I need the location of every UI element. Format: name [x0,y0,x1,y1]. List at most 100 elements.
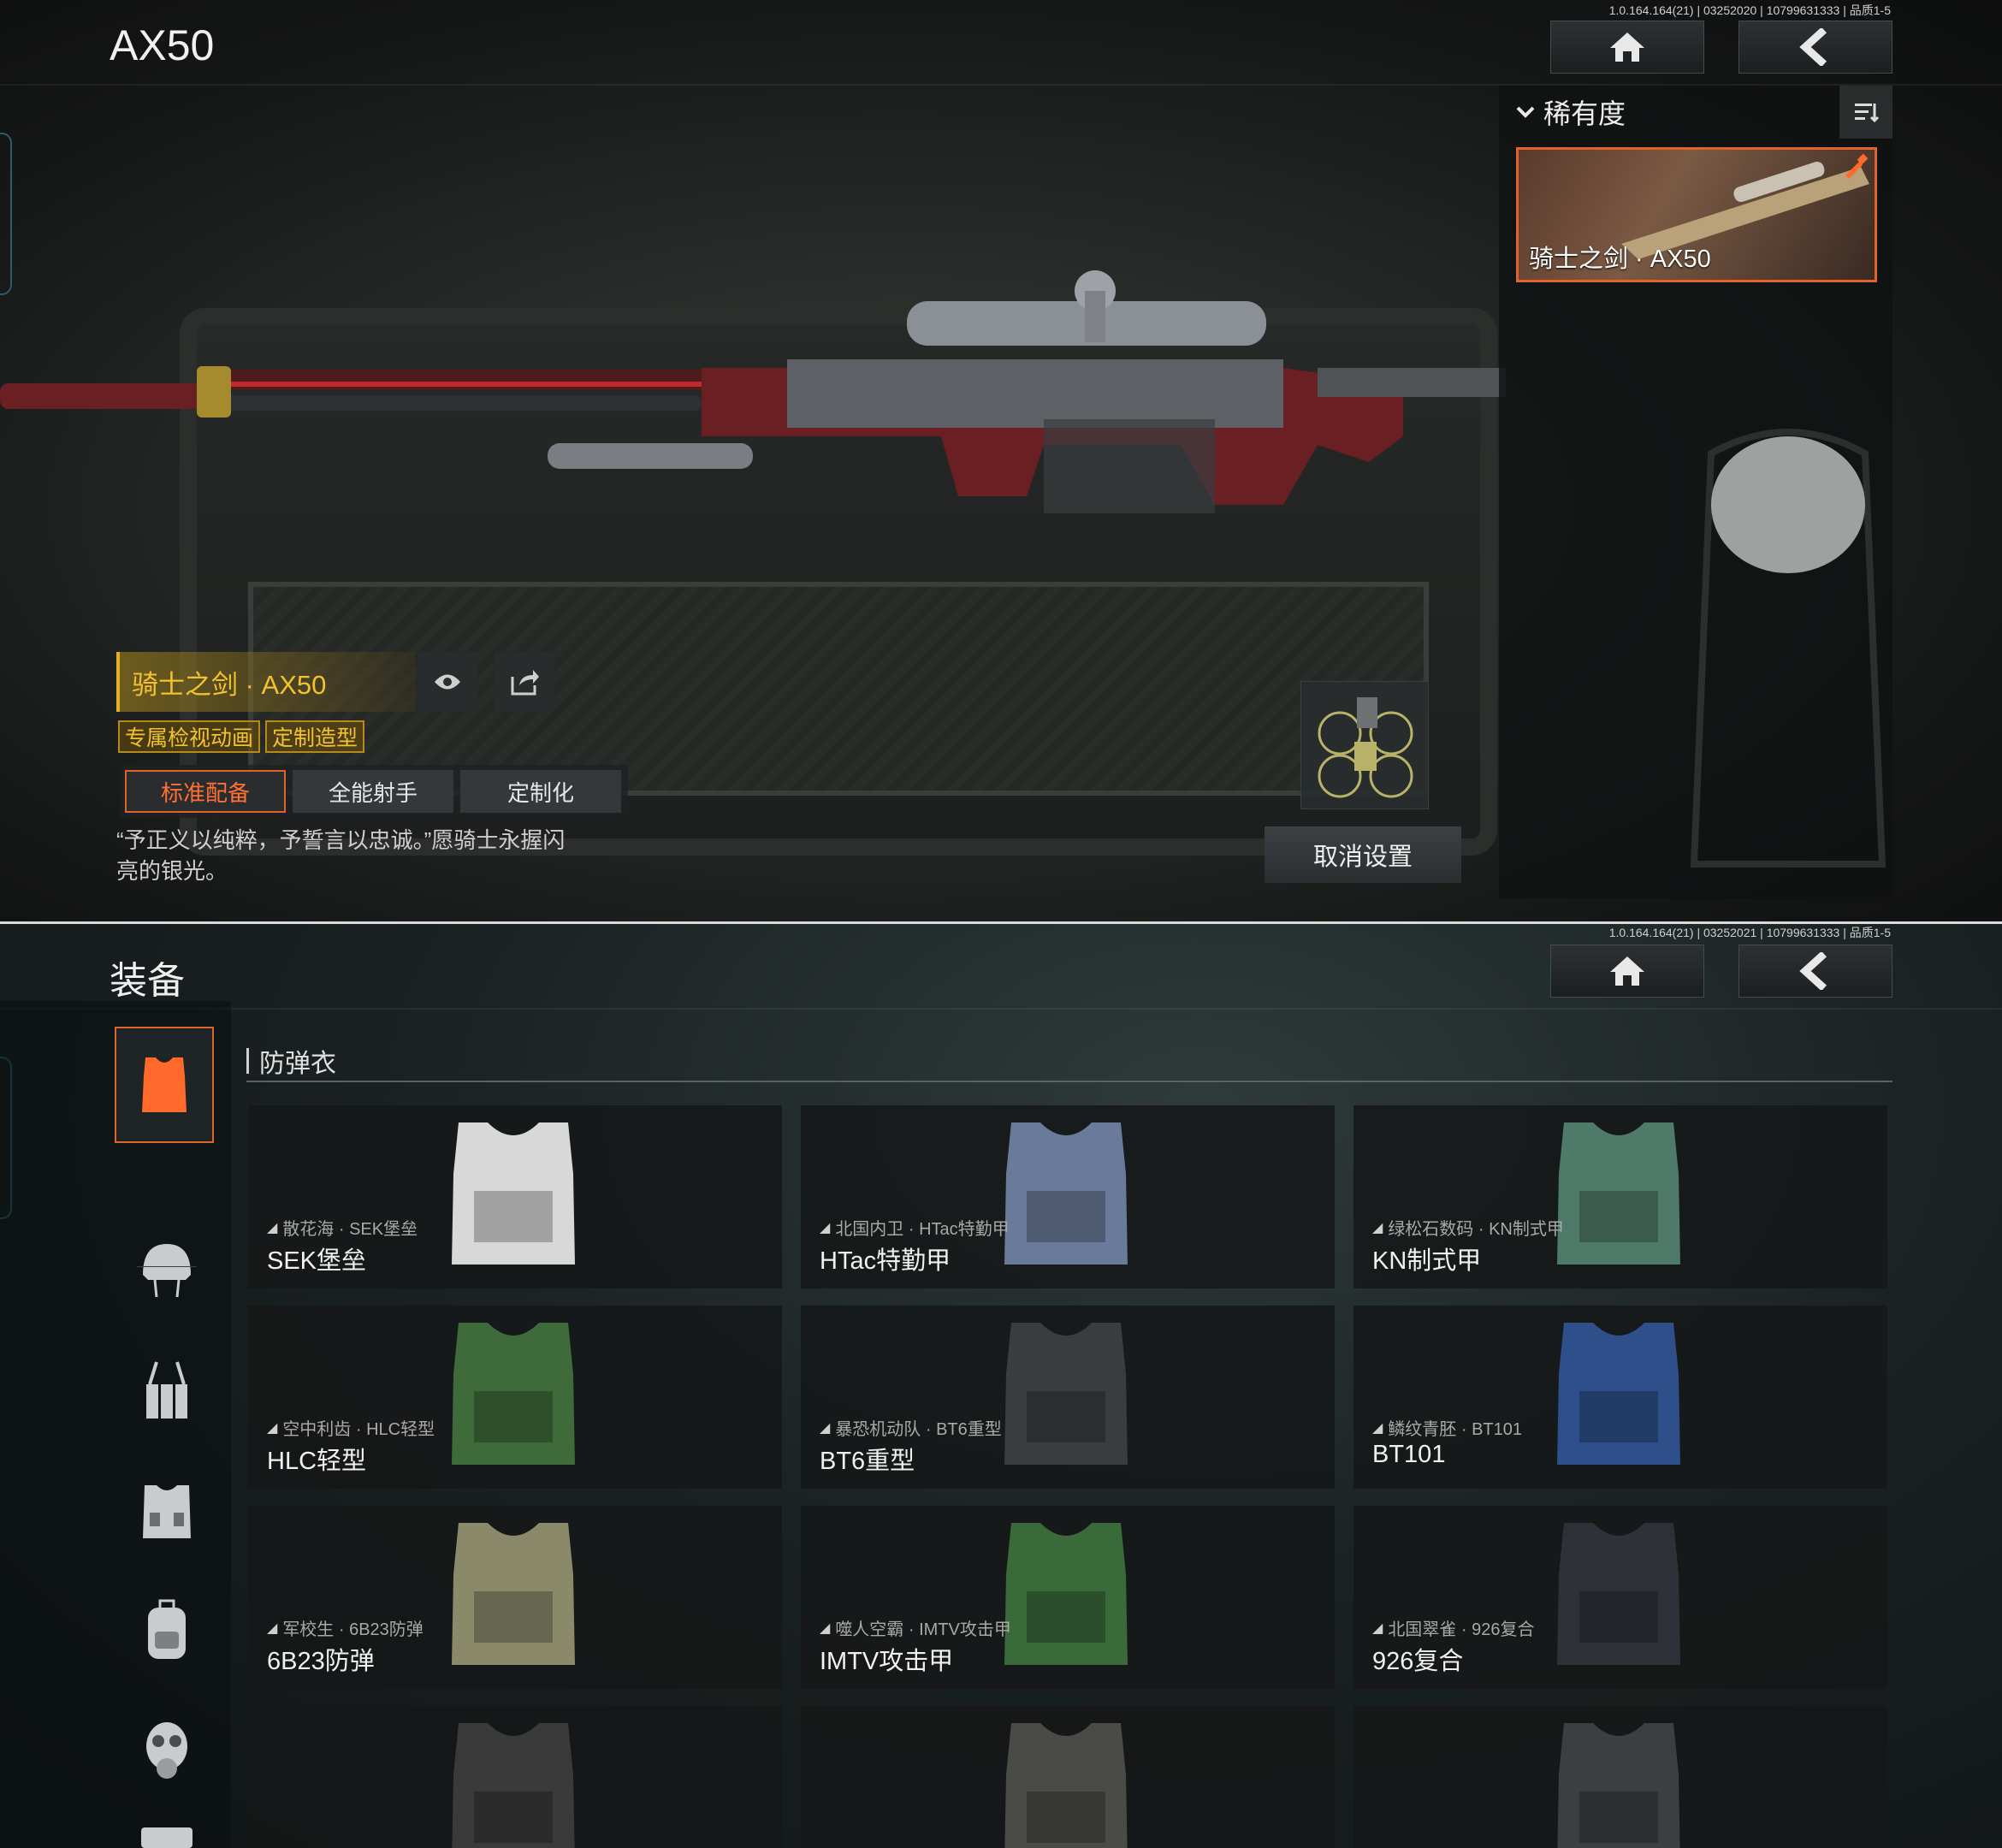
armor-name: HTac特勤甲 [820,1247,951,1275]
tab-all-round[interactable]: 全能射手 [293,770,453,813]
vest-image [1004,1323,1128,1465]
armor-skin-subtitle: ◢ 绿松石数码 · KN制式甲 [1372,1215,1564,1240]
category-chest-rig[interactable] [128,1352,205,1429]
armor-name: SEK堡垒 [267,1247,367,1275]
tab-standard[interactable]: 标准配备 [125,770,286,813]
vest-image [452,1723,575,1848]
page-title: 装备 [110,960,185,1002]
armor-skin-subtitle: ◢ 北国翠雀 · 926复合 [1372,1615,1534,1640]
home-button[interactable] [1550,945,1704,998]
category-backpack[interactable] [128,1591,205,1668]
header-divider [0,1008,2002,1010]
vest-image [452,1122,575,1265]
armor-card[interactable]: ◢ 空中利齿 · HLC轻型 HLC轻型 [248,1306,782,1489]
section-title-bar [246,1048,249,1074]
rarity-filter[interactable]: 稀有度 [1499,86,1892,139]
cancel-settings-button[interactable]: 取消设置 [1265,826,1461,883]
armor-skin-subtitle-text: 散花海 · SEK堡垒 [282,1220,418,1239]
weapon-skin-screen: 1.0.164.164(21) | 03252020 | 10799631333… [0,0,2002,921]
preview-button[interactable] [418,652,477,712]
page-title: AX50 [110,21,215,69]
armor-card[interactable]: ◢ 噬人空霸 · IMTV攻击甲 IMTV攻击甲 [801,1506,1335,1689]
home-icon [1610,33,1644,62]
armor-card[interactable]: ◢ 鳞纹青胚 · BT101 BT101 [1353,1306,1887,1489]
gas-mask-icon [146,1722,187,1779]
skin-card-knight-sword[interactable]: 骑士之剑 · AX50 [1516,147,1877,282]
vest-image [1557,1122,1680,1265]
section-title-text: 防弹衣 [259,1050,336,1078]
vest-image [452,1323,575,1465]
rifle-model [0,270,1506,513]
section-title: 防弹衣 [246,1042,336,1080]
armor-name: KN制式甲 [1372,1247,1482,1275]
category-helmet[interactable] [128,1232,205,1309]
brush-icon: ◢ [1372,1620,1383,1636]
category-gas-mask[interactable] [128,1711,205,1788]
vest-image [1004,1723,1128,1848]
brush-icon: ◢ [267,1220,278,1235]
vest-image [1004,1523,1128,1665]
back-arrow-icon [1799,952,1827,990]
tag-custom-appearance: 定制造型 [265,720,365,753]
rarity-filter-label: 稀有度 [1543,98,1626,129]
back-button[interactable] [1738,945,1892,998]
armor-skin-subtitle: ◢ 军校生 · 6B23防弹 [267,1615,424,1640]
eye-icon [435,674,460,690]
back-arrow-icon [1799,28,1827,66]
version-info: 1.0.164.164(21) | 03252020 | 10799631333… [1608,3,1891,17]
armor-card[interactable]: ◢ 北国翠雀 · 926复合 926复合 [1353,1506,1887,1689]
drone-icon [1318,697,1413,798]
backpack-icon [148,1599,186,1659]
armor-skin-subtitle-text: 军校生 · 6B23防弹 [282,1620,424,1639]
chevron-down-icon [1516,106,1535,118]
brush-icon: ◢ [820,1220,831,1235]
weapon-name-plate: 骑士之剑 · AX50 [116,652,416,712]
armor-skin-subtitle-text: 空中利齿 · HLC轻型 [282,1420,435,1439]
armor-skin-subtitle: ◢ 暴恐机动队 · BT6重型 [820,1415,1002,1440]
lantern-prop [1690,429,1886,868]
armor-card[interactable] [248,1706,782,1848]
armor-name: 6B23防弹 [267,1648,375,1675]
armor-card[interactable] [1353,1706,1887,1848]
armor-skin-subtitle-text: 北国翠雀 · 926复合 [1388,1620,1535,1639]
weapon-quote: “予正义以纯粹，予誓言以忠诚。”愿骑士永握闪亮的银光。 [116,827,566,884]
armor-card[interactable]: ◢ 暴恐机动队 · BT6重型 BT6重型 [801,1306,1335,1489]
vest-image [1557,1523,1680,1665]
helmet-icon [143,1244,191,1298]
armor-skin-subtitle-text: 噬人空霸 · IMTV攻击甲 [835,1620,1011,1639]
armor-skin-subtitle: ◢ 北国内卫 · HTac特勤甲 [820,1215,1010,1240]
case-icon [141,1827,192,1848]
vest-image [1557,1323,1680,1465]
armor-card[interactable]: ◢ 散花海 · SEK堡垒 SEK堡垒 [248,1105,782,1288]
armor-card[interactable]: ◢ 军校生 · 6B23防弹 6B23防弹 [248,1506,782,1689]
category-armor[interactable] [128,1472,205,1549]
sort-icon [1855,104,1879,123]
skin-card-label: 骑士之剑 · AX50 [1529,246,1711,273]
category-vest[interactable] [115,1027,214,1143]
brush-icon: ◢ [267,1420,278,1436]
armor-card[interactable]: ◢ 绿松石数码 · KN制式甲 KN制式甲 [1353,1105,1887,1288]
share-icon [511,670,539,696]
weapon-name: 骑士之剑 · AX50 [132,669,327,700]
armor-plate-icon [143,1485,191,1538]
tab-customize[interactable]: 定制化 [460,770,621,813]
tag-inspect-animation: 专属检视动画 [118,720,261,753]
chest-rig-icon [146,1361,187,1419]
brush-icon: ◢ [1372,1220,1383,1235]
armor-card[interactable]: ◢ 北国内卫 · HTac特勤甲 HTac特勤甲 [801,1105,1335,1288]
share-button[interactable] [495,652,554,712]
armor-name: BT6重型 [820,1448,915,1475]
sort-button[interactable] [1839,86,1892,139]
back-button[interactable] [1738,21,1892,74]
armor-name: 926复合 [1372,1648,1464,1675]
brush-icon: ◢ [820,1620,831,1636]
home-button[interactable] [1550,21,1704,74]
armor-skin-subtitle-text: 北国内卫 · HTac特勤甲 [835,1220,1010,1239]
drone-slot[interactable] [1300,681,1429,809]
vest-icon [142,1057,187,1112]
category-case[interactable] [128,1780,205,1848]
vest-image [1557,1723,1680,1848]
armor-card[interactable] [801,1706,1335,1848]
armor-skin-subtitle-text: 鳞纹青胚 · BT101 [1388,1420,1523,1439]
home-icon [1610,957,1644,986]
